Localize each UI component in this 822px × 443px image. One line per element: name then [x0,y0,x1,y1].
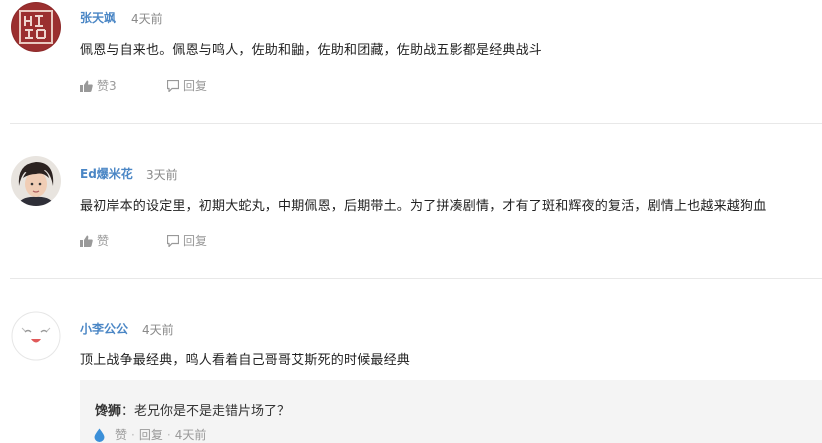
like-label: 赞3 [97,79,117,93]
person-photo-icon [11,156,61,206]
thumbs-up-icon [80,235,93,247]
reply-author[interactable]: 馋狮 [95,404,121,419]
comment-text: 佩恩与自来也。佩恩与鸣人，佐助和鼬，佐助和团藏，佐助战五影都是经典战斗 [80,43,543,58]
reply-button[interactable]: 回复 [167,77,207,94]
comment-item: 张天飒 4天前 佩恩与自来也。佩恩与鸣人，佐助和鼬，佐助和团藏，佐助战五影都是经… [0,0,822,124]
water-drop-icon [94,428,105,442]
reply-like-button[interactable]: 赞 [115,426,127,443]
like-button[interactable]: 赞 [80,232,109,249]
reply-timestamp: 4天前 [174,428,207,442]
dot-separator: · [131,427,135,442]
comment-bubble-icon [167,79,179,92]
default-face-icon [11,311,61,361]
seal-stamp-icon [11,2,61,52]
comment-text: 顶上战争最经典，鸣人看着自己哥哥艾斯死的时候最经典 [80,353,411,368]
timestamp: 3天前 [146,168,178,182]
username[interactable]: 张天飒 [80,9,116,26]
reply-label: 回复 [183,79,208,93]
username[interactable]: 小李公公 [80,320,128,337]
reply-content: 馋狮：老兄你是不是走错片场了？ [95,400,290,419]
like-label: 赞 [97,234,110,248]
username[interactable]: Ed爆米花 [80,165,133,182]
timestamp: 4天前 [131,12,163,26]
dot-separator: · [166,427,171,442]
comment-text: 最初岸本的设定里，初期大蛇丸，中期佩恩，后期带土。为了拼凑剧情，才有了斑和辉夜的… [80,199,767,214]
comment-bubble-icon [167,234,179,247]
avatar[interactable] [11,2,61,52]
avatar[interactable] [11,311,61,361]
reply-reply-button[interactable]: 回复 [139,426,163,443]
thumbs-up-icon [80,80,93,92]
avatar[interactable] [11,156,61,206]
reply-separator: ： [121,404,135,419]
reply-button[interactable]: 回复 [167,232,207,249]
reply-label: 回复 [183,234,208,248]
like-button[interactable]: 赞3 [80,77,117,94]
reply-meta: 赞 · 回复 · 4天前 [94,426,206,443]
timestamp: 4天前 [142,323,174,337]
comment-item: Ed爆米花 3天前 最初岸本的设定里，初期大蛇丸，中期佩恩，后期带土。为了拼凑剧… [0,124,822,278]
reply-box: 馋狮：老兄你是不是走错片场了？ 赞 · 回复 · 4天前 [80,380,822,443]
reply-text: 老兄你是不是走错片场了？ [134,404,291,419]
